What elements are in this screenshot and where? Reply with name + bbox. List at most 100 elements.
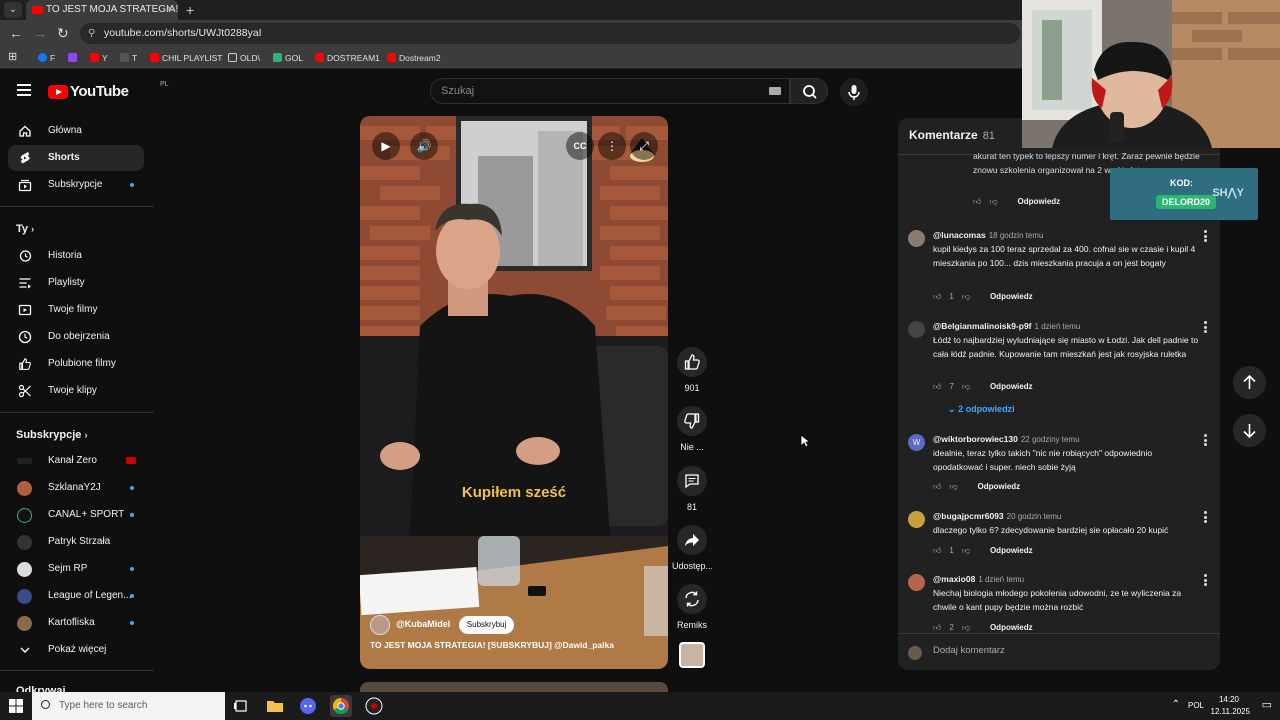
sidebar-item-history[interactable]: Historia bbox=[8, 243, 144, 269]
comment-more-icon[interactable] bbox=[1204, 434, 1208, 446]
sidebar-subscription-item[interactable]: Patryk Strzała bbox=[8, 529, 144, 555]
shorts-video-player[interactable]: ▶ 🔊 CC ⋮ ⤢ Kupiłem sześć @KubaMidel Subs… bbox=[360, 116, 668, 669]
thumbs-down-icon[interactable]: 👎︎ bbox=[949, 481, 957, 493]
bookmark-item[interactable]: DOSTREAM1 bbox=[315, 51, 380, 65]
bookmark-item[interactable]: F bbox=[38, 51, 55, 65]
back-icon[interactable]: ← bbox=[9, 24, 23, 42]
keyboard-icon[interactable] bbox=[769, 87, 781, 95]
sidebar-subscription-item[interactable]: Sejm RP bbox=[8, 556, 144, 582]
youtube-logo[interactable]: YouTube PL bbox=[48, 81, 169, 101]
windows-start-icon[interactable] bbox=[9, 699, 23, 713]
bookmark-item[interactable]: T bbox=[120, 51, 137, 65]
video-title[interactable]: TO JEST MOJA STRATEGIA! [SUBSKRYBUJ] @Da… bbox=[370, 640, 614, 650]
comment-author[interactable]: @Belgianmalinoisk9-p9f 1 dzień temu bbox=[933, 321, 1080, 331]
channel-avatar[interactable] bbox=[370, 614, 390, 635]
next-short-button[interactable] bbox=[1233, 414, 1266, 447]
comments-button[interactable] bbox=[677, 466, 707, 496]
more-vert-icon[interactable]: ⋮ bbox=[598, 132, 626, 160]
commenter-avatar[interactable] bbox=[908, 321, 925, 338]
task-view-icon[interactable] bbox=[230, 695, 252, 717]
apps-grid-icon[interactable]: ⊞ bbox=[8, 50, 17, 64]
comment-more-icon[interactable] bbox=[1204, 230, 1208, 242]
sidebar-item-home[interactable]: Główna bbox=[8, 118, 144, 144]
commenter-avatar[interactable]: W bbox=[908, 434, 925, 451]
sidebar-item-subscriptions[interactable]: Subskrypcje bbox=[8, 172, 144, 198]
bookmark-item[interactable]: Y bbox=[90, 51, 108, 65]
bookmark-item[interactable]: CHIL PLAYLIST bbox=[150, 51, 222, 65]
url-field[interactable]: ⚲ youtube.com/shorts/UWJt0288yaI bbox=[80, 23, 1020, 44]
share-button[interactable] bbox=[677, 525, 707, 555]
you-section-header[interactable]: Ty › bbox=[16, 223, 34, 235]
voice-search-button[interactable] bbox=[840, 78, 868, 106]
commenter-avatar[interactable] bbox=[908, 574, 925, 591]
sidebar-item-watch-later[interactable]: Do obejrzenia bbox=[8, 324, 144, 350]
thumbs-up-icon[interactable]: 👍︎ bbox=[973, 196, 981, 208]
language-indicator[interactable]: POL bbox=[1188, 701, 1204, 710]
thumbs-down-icon[interactable]: 👎︎ bbox=[962, 291, 970, 303]
obs-icon[interactable] bbox=[363, 695, 385, 717]
subscribe-button[interactable]: Subskrybuj bbox=[458, 615, 515, 634]
sidebar-item-shorts[interactable]: Shorts bbox=[8, 145, 144, 171]
sidebar-subscription-item[interactable]: CANAL+ SPORT bbox=[8, 502, 144, 528]
reply-button[interactable]: Odpowiedz bbox=[990, 291, 1033, 303]
add-comment-input[interactable]: Dodaj komentarz bbox=[933, 645, 1005, 656]
thumbs-up-icon[interactable]: 👍︎ bbox=[933, 291, 941, 303]
notifications-icon[interactable]: ▭ bbox=[1262, 698, 1272, 711]
commenter-avatar[interactable] bbox=[908, 230, 925, 247]
comment-more-icon[interactable] bbox=[1204, 574, 1208, 586]
search-input[interactable]: Szukaj bbox=[430, 78, 790, 104]
bookmark-item[interactable]: GOL bbox=[273, 51, 303, 65]
clock-date[interactable]: 12.11.2025 bbox=[1211, 707, 1250, 716]
search-button[interactable] bbox=[790, 78, 828, 104]
reload-icon[interactable]: ↻ bbox=[57, 24, 69, 42]
sidebar-show-more[interactable]: Pokaż więcej bbox=[8, 637, 144, 663]
comment-author[interactable]: @wiktorborowiec130 22 godziny temu bbox=[933, 434, 1080, 444]
bookmark-item[interactable]: Dostream2 bbox=[387, 51, 441, 65]
sidebar-item-your-videos[interactable]: Twoje filmy bbox=[8, 297, 144, 323]
sidebar-subscription-item[interactable]: League of Legen... bbox=[8, 583, 144, 609]
comment-author[interactable]: @bugajpcmr6093 20 godzin temu bbox=[933, 511, 1061, 521]
sidebar-subscription-item[interactable]: SzklanaY2J bbox=[8, 475, 144, 501]
tab-search-icon[interactable]: ⌄ bbox=[4, 2, 22, 18]
comment-more-icon[interactable] bbox=[1204, 321, 1208, 333]
reply-button[interactable]: Odpowiedz bbox=[1018, 196, 1061, 208]
thumbs-down-icon[interactable]: 👎︎ bbox=[989, 196, 997, 208]
comment-author[interactable]: @maxio08 1 dzień temu bbox=[933, 574, 1024, 584]
comment-more-icon[interactable] bbox=[1204, 511, 1208, 523]
clock-time[interactable]: 14:20 bbox=[1219, 695, 1239, 704]
thumbs-up-icon[interactable]: 👍︎ bbox=[933, 481, 941, 493]
bookmark-item[interactable]: OLD\ bbox=[228, 51, 260, 65]
dislike-action[interactable]: Nie ... bbox=[672, 406, 712, 452]
dislike-button[interactable] bbox=[677, 406, 707, 436]
sidebar-item-playlists[interactable]: Playlisty bbox=[8, 270, 144, 296]
tab-close-icon[interactable]: ✕ bbox=[166, 0, 174, 20]
comment-author[interactable]: @lunacomas 18 godzin temu bbox=[933, 230, 1043, 240]
reply-button[interactable]: Odpowiedz bbox=[990, 381, 1033, 393]
chevron-up-icon[interactable]: ⌃ bbox=[1172, 699, 1180, 710]
play-button[interactable]: ▶ bbox=[372, 132, 400, 160]
commenter-avatar[interactable] bbox=[908, 511, 925, 528]
reply-button[interactable]: Odpowiedz bbox=[990, 545, 1033, 557]
captions-button[interactable]: CC bbox=[566, 132, 594, 160]
audio-source-thumbnail[interactable] bbox=[679, 642, 705, 668]
comments-action[interactable]: 81 bbox=[672, 466, 712, 512]
thumbs-up-icon[interactable]: 👍︎ bbox=[933, 545, 941, 557]
menu-icon[interactable] bbox=[17, 84, 31, 98]
sidebar-item-liked[interactable]: Polubione filmy bbox=[8, 351, 144, 377]
new-tab-icon[interactable]: + bbox=[186, 0, 194, 20]
thumbs-down-icon[interactable]: 👎︎ bbox=[962, 381, 970, 393]
browser-tab[interactable]: TO JEST MOJA STRATEGIA! [SU ✕ bbox=[26, 0, 178, 20]
chrome-icon[interactable] bbox=[330, 695, 352, 717]
remix-button[interactable] bbox=[677, 584, 707, 614]
bookmark-item[interactable] bbox=[68, 51, 80, 65]
thumbs-down-icon[interactable]: 👎︎ bbox=[962, 545, 970, 557]
previous-short-button[interactable] bbox=[1233, 366, 1266, 399]
site-info-icon[interactable]: ⚲ bbox=[88, 23, 95, 44]
like-button[interactable] bbox=[677, 347, 707, 377]
like-action[interactable]: 901 bbox=[672, 347, 712, 393]
sidebar-subscription-item[interactable]: Kanał Zero bbox=[8, 448, 144, 474]
thumbs-up-icon[interactable]: 👍︎ bbox=[933, 381, 941, 393]
reply-button[interactable]: Odpowiedz bbox=[978, 481, 1021, 493]
discord-icon[interactable] bbox=[297, 695, 319, 717]
remix-action[interactable]: Remiks bbox=[672, 584, 712, 630]
